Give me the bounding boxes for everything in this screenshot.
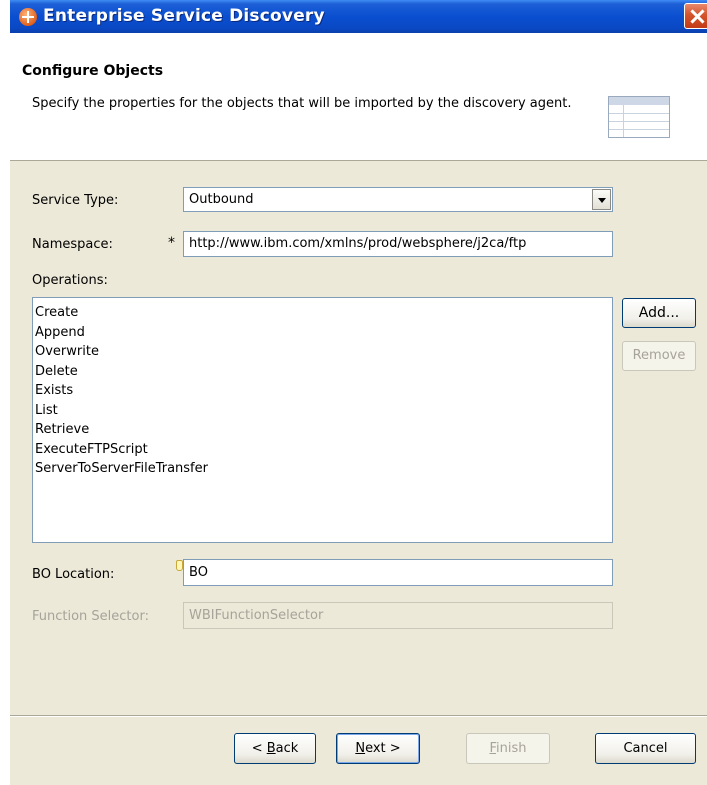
list-item[interactable]: Append xyxy=(35,323,612,343)
operations-list[interactable]: Create Append Overwrite Delete Exists Li… xyxy=(32,297,613,543)
list-item[interactable]: Create xyxy=(35,303,612,323)
service-type-label: Service Type: xyxy=(32,193,119,208)
list-item[interactable]: ExecuteFTPScript xyxy=(35,440,612,460)
dialog-window: Enterprise Service Discovery Configure O… xyxy=(10,0,707,785)
function-selector-input: WBIFunctionSelector xyxy=(183,602,613,629)
next-button[interactable]: Next > xyxy=(336,733,420,764)
content-assist-icon xyxy=(176,560,183,571)
cancel-button[interactable]: Cancel xyxy=(595,733,696,764)
wizard-banner: Configure Objects Specify the properties… xyxy=(10,33,707,161)
bo-location-input[interactable]: BO xyxy=(183,559,613,586)
service-type-select[interactable]: Outbound xyxy=(183,187,613,212)
footer-separator xyxy=(10,715,707,717)
required-marker: * xyxy=(168,235,175,251)
list-item[interactable]: List xyxy=(35,401,612,421)
close-button[interactable] xyxy=(684,3,707,29)
list-item[interactable]: Overwrite xyxy=(35,342,612,362)
back-button[interactable]: < Back xyxy=(234,733,316,764)
namespace-input[interactable]: http://www.ibm.com/xmlns/prod/websphere/… xyxy=(183,231,613,257)
list-item[interactable]: Exists xyxy=(35,381,612,401)
title-bar[interactable]: Enterprise Service Discovery xyxy=(10,0,707,33)
list-item[interactable]: ServerToServerFileTransfer xyxy=(35,459,612,479)
bo-location-label: BO Location: xyxy=(32,567,115,582)
bo-location-value: BO xyxy=(189,565,208,580)
service-type-value: Outbound xyxy=(189,192,254,207)
list-item[interactable]: Delete xyxy=(35,362,612,382)
namespace-value: http://www.ibm.com/xmlns/prod/websphere/… xyxy=(189,236,527,251)
list-item[interactable]: Retrieve xyxy=(35,420,612,440)
page-title: Configure Objects xyxy=(22,63,164,79)
page-description: Specify the properties for the objects t… xyxy=(32,96,572,111)
enterprise-discovery-icon xyxy=(19,8,37,26)
add-button[interactable]: Add... xyxy=(622,298,696,328)
finish-button[interactable]: Finish xyxy=(466,733,550,764)
table-icon xyxy=(608,96,670,138)
window-title: Enterprise Service Discovery xyxy=(43,6,325,26)
chevron-down-icon[interactable] xyxy=(592,189,611,210)
function-selector-value: WBIFunctionSelector xyxy=(189,608,324,623)
namespace-label: Namespace: xyxy=(32,237,113,252)
remove-button[interactable]: Remove xyxy=(622,341,696,371)
operations-label: Operations: xyxy=(32,273,108,288)
function-selector-label: Function Selector: xyxy=(32,609,149,624)
